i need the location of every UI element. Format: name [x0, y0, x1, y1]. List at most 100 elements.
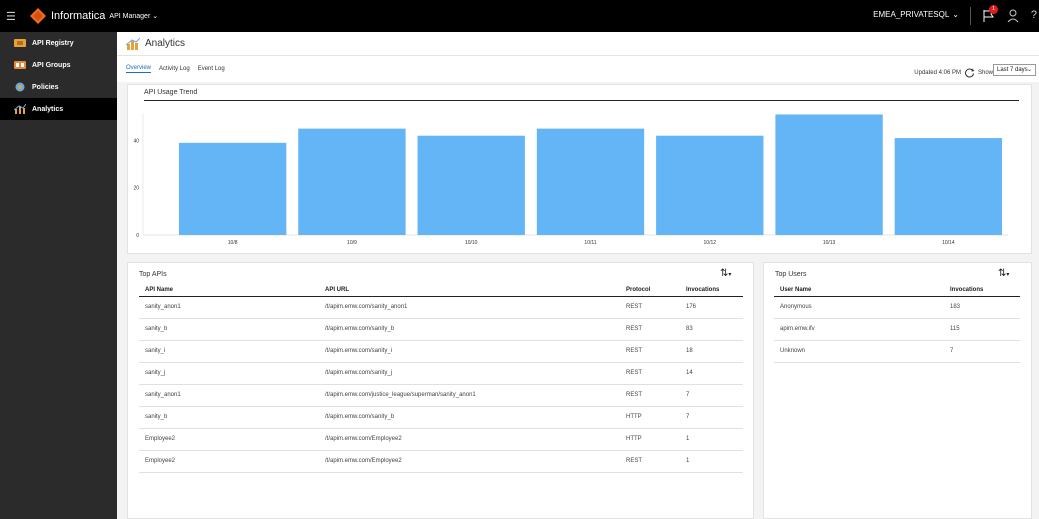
top-apis-card: Top APIs ⇅▾ API Name API URL Protocol In…	[127, 262, 754, 519]
table-row[interactable]: Anonymous 183	[774, 296, 1020, 319]
help-icon[interactable]: ?	[1031, 9, 1037, 21]
table-cell: 176	[680, 296, 743, 319]
date-range-value: Last 7 days	[997, 67, 1028, 73]
sidebar-item-label: Policies	[32, 83, 59, 91]
table-row[interactable]: sanity_b/t/apim.emw.com/sanity_b HTTP 7	[139, 406, 743, 429]
usage-bar[interactable]	[417, 135, 525, 235]
table-header-row: API Name API URL Protocol Invocations	[139, 284, 743, 297]
sidebar: API Registry API Groups Policies Analyti…	[0, 32, 117, 519]
column-header-api-name[interactable]: API Name	[139, 284, 319, 297]
y-tick-label: 20	[133, 186, 139, 192]
y-tick-label: 0	[136, 233, 139, 239]
table-cell: Unknown	[774, 340, 944, 363]
table-row[interactable]: sanity_j/t/apim.emw.com/sanity_j REST 14	[139, 362, 743, 385]
table-cell: 7	[680, 406, 743, 429]
table-cell: /t/apim.emw.com/sanity_anon1	[319, 296, 620, 319]
table-cell: Employee2	[139, 428, 319, 451]
sidebar-item-label: Analytics	[32, 105, 64, 113]
column-header-user-name[interactable]: User Name	[774, 284, 944, 297]
column-header-protocol[interactable]: Protocol	[620, 284, 680, 297]
x-tick-label: 10/11	[584, 240, 596, 246]
analytics-icon	[13, 103, 27, 114]
chevron-down-icon: ⌄	[952, 10, 959, 19]
usage-bar[interactable]	[298, 128, 406, 235]
product-name: API Manager	[109, 13, 151, 20]
x-tick-label: 10/12	[704, 240, 717, 246]
show-label: Show	[977, 69, 993, 76]
usage-bar[interactable]	[656, 135, 764, 235]
usage-bar[interactable]	[775, 114, 883, 235]
tab-bar: Overview Activity Log Event Log Updated …	[117, 56, 1039, 82]
table-cell: /t/apim.emw.com/sanity_j	[319, 362, 620, 385]
notification-badge: 1	[989, 5, 998, 14]
usage-bar[interactable]	[178, 142, 287, 235]
sidebar-item-analytics[interactable]: Analytics	[0, 98, 117, 120]
table-row[interactable]: Employee2/t/apim.emw.com/Employee2 HTTP 1	[139, 428, 743, 451]
table-cell: 183	[944, 296, 1020, 319]
brand-name: Informatica	[51, 10, 106, 22]
table-cell: /t/apim.emw.com/sanity_b	[319, 318, 620, 341]
groups-icon	[14, 60, 26, 70]
table-row[interactable]: sanity_i/t/apim.emw.com/sanity_i REST 18	[139, 340, 743, 363]
tab-activity-log[interactable]: Activity Log	[159, 66, 190, 72]
sidebar-item-policies[interactable]: Policies	[0, 76, 117, 98]
table-cell: sanity_b	[139, 406, 319, 429]
top-users-card: Top Users ⇅▾ User Name Invocations Anony…	[763, 262, 1032, 519]
sidebar-item-api-registry[interactable]: API Registry	[0, 32, 117, 54]
x-tick-label: 10/10	[465, 240, 478, 246]
table-row[interactable]: sanity_b/t/apim.emw.com/sanity_b REST 83	[139, 318, 743, 341]
updated-time: Updated 4:06 PM	[914, 69, 961, 76]
table-cell: 18	[680, 340, 743, 363]
top-apis-title: Top APIs	[139, 271, 167, 278]
x-tick-label: 10/8	[228, 240, 238, 246]
table-cell: 115	[944, 318, 1020, 341]
top-bar: ☰ Informatica API Manager ⌄ EMEA_PRIVATES…	[0, 0, 1039, 32]
policies-icon	[14, 82, 26, 92]
table-row[interactable]: Unknown 7	[774, 340, 1020, 363]
usage-bar[interactable]	[894, 138, 1003, 235]
menu-icon[interactable]: ☰	[6, 10, 24, 23]
sort-icon[interactable]: ⇅▾	[998, 268, 1009, 279]
table-row[interactable]: sanity_anon1/t/apim.emw.com/sanity_anon1…	[139, 296, 743, 319]
date-range-select[interactable]: Last 7 days ⌄	[993, 64, 1036, 76]
table-row[interactable]: apim.emw.ifv 115	[774, 318, 1020, 341]
table-row[interactable]: sanity_anon1/t/apim.emw.com/justice_leag…	[139, 384, 743, 407]
column-header-invocations[interactable]: Invocations	[680, 284, 743, 297]
table-row[interactable]: Employee2/t/apim.emw.com/Employee2 REST 1	[139, 450, 743, 473]
table-cell: sanity_i	[139, 340, 319, 363]
table-cell: REST	[620, 340, 680, 363]
table-cell: /t/apim.emw.com/justice_league/superman/…	[319, 384, 620, 407]
sidebar-item-api-groups[interactable]: API Groups	[0, 54, 117, 76]
api-usage-trend-card: API Usage Trend 0 20 40 10/8 10/9 10/10 10/11 1…	[127, 84, 1032, 254]
column-header-invocations[interactable]: Invocations	[944, 284, 1020, 297]
table-cell: sanity_j	[139, 362, 319, 385]
product-switcher[interactable]: API Manager ⌄	[109, 12, 158, 20]
x-tick-label: 10/13	[823, 240, 836, 246]
top-apis-table: API Name API URL Protocol Invocations sa…	[139, 284, 743, 473]
top-users-table: User Name Invocations Anonymous 183 apim.e…	[774, 284, 1020, 363]
usage-bar[interactable]	[536, 128, 645, 235]
table-cell: Anonymous	[774, 296, 944, 319]
sidebar-item-label: API Registry	[32, 39, 74, 47]
top-users-body: Anonymous 183 apim.emw.ifv 115 Unknown 7	[774, 296, 1020, 363]
sort-icon[interactable]: ⇅▾	[720, 268, 731, 279]
table-cell: /t/apim.emw.com/Employee2	[319, 428, 620, 451]
update-status: Updated 4:06 PM Show	[914, 67, 993, 78]
column-header-api-url[interactable]: API URL	[319, 284, 620, 297]
tab-overview[interactable]: Overview	[126, 65, 152, 73]
user-icon[interactable]	[1007, 9, 1019, 23]
page-title: Analytics	[145, 38, 186, 49]
table-cell: sanity_anon1	[139, 384, 319, 407]
org-switcher[interactable]: EMEA_PRIVATESQL ⌄	[873, 10, 959, 19]
y-tick-label: 40	[133, 138, 139, 144]
top-apis-body: sanity_anon1/t/apim.emw.com/sanity_anon1…	[139, 296, 743, 473]
refresh-icon[interactable]	[964, 67, 975, 78]
table-cell: HTTP	[620, 406, 680, 429]
table-cell: /t/apim.emw.com/sanity_b	[319, 406, 620, 429]
tab-event-log[interactable]: Event Log	[198, 66, 225, 72]
table-cell: REST	[620, 450, 680, 473]
analytics-icon	[125, 37, 141, 50]
table-cell: 1	[680, 428, 743, 451]
sidebar-item-label: API Groups	[32, 61, 71, 69]
registry-icon	[14, 38, 26, 48]
